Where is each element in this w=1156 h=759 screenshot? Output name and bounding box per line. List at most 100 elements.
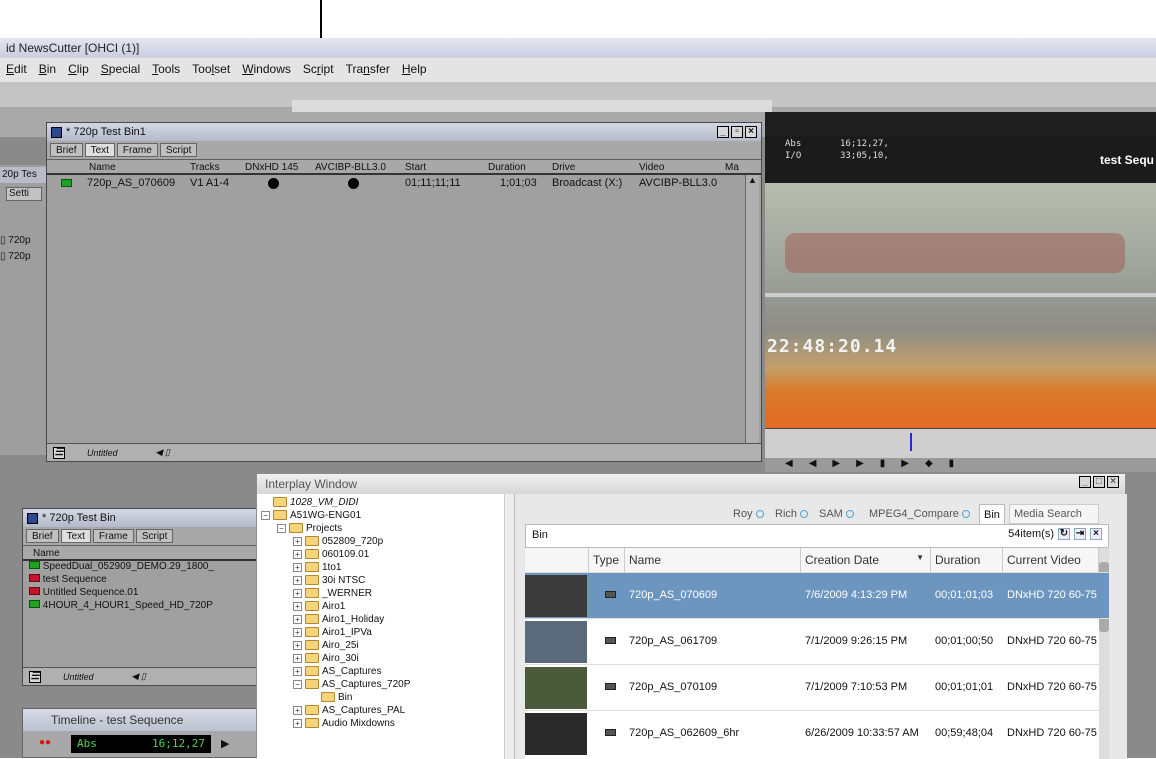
menu-windows[interactable]: Windows bbox=[242, 62, 291, 78]
tab-script[interactable]: Script bbox=[159, 143, 198, 157]
tree-item[interactable]: Bin bbox=[309, 691, 352, 703]
menu-special[interactable]: Special bbox=[101, 62, 140, 78]
tree-item[interactable]: +052809_720p bbox=[293, 535, 383, 547]
col-duration[interactable]: Duration bbox=[931, 548, 1003, 572]
bin2-titlebar[interactable]: * 720p Test Bin bbox=[23, 509, 257, 527]
tab-rich[interactable]: Rich bbox=[771, 504, 812, 524]
tab-bin[interactable]: Bin bbox=[979, 504, 1005, 524]
expand-icon[interactable]: + bbox=[293, 666, 302, 676]
tab-script[interactable]: Script bbox=[135, 529, 174, 543]
collapse-icon[interactable]: − bbox=[293, 679, 302, 689]
left-item-1[interactable]: ▯ 720p bbox=[0, 235, 31, 246]
expand-icon[interactable]: + bbox=[293, 640, 302, 650]
table-row[interactable]: 720p_AS_070609 V1 A1-4 01;11;11;11 1;01;… bbox=[47, 175, 761, 191]
maximize-icon[interactable]: □ bbox=[1093, 476, 1105, 488]
expand-icon[interactable]: + bbox=[293, 627, 302, 637]
table-row[interactable]: 720p_AS_070109 7/1/2009 7:10:53 PM 00;01;0… bbox=[525, 664, 1109, 710]
table-row[interactable]: 720p_AS_062609_6hr 6/26/2009 10:33:57 AM 0… bbox=[525, 710, 1109, 756]
menu-script[interactable]: Script bbox=[303, 62, 334, 78]
restore-icon[interactable]: ▫ bbox=[731, 126, 743, 138]
tree-item[interactable]: +30i NTSC bbox=[293, 574, 365, 586]
bin1-titlebar[interactable]: * 720p Test Bin1 _ ▫ × bbox=[47, 123, 761, 141]
tree-item[interactable]: + Airo1_IPVa bbox=[293, 626, 372, 638]
tree-item[interactable]: + AS_Captures bbox=[293, 665, 381, 677]
scroll-left-icon[interactable]: ◀ ▯ bbox=[132, 671, 146, 682]
tree-item[interactable]: 1028_VM_DIDI bbox=[261, 496, 358, 508]
list-item[interactable]: test Sequence bbox=[23, 574, 257, 587]
col-current-video[interactable]: Current Video bbox=[1003, 548, 1099, 572]
tab-text[interactable]: Text bbox=[60, 529, 91, 543]
expand-icon[interactable]: + bbox=[293, 562, 302, 572]
tab-text[interactable]: Text bbox=[84, 143, 115, 157]
bin1-scrollbar[interactable]: ▲ bbox=[745, 175, 759, 443]
menu-bin[interactable]: Bin bbox=[39, 62, 56, 78]
position-marker[interactable] bbox=[910, 433, 912, 451]
list-item[interactable]: 4HOUR_4_HOUR1_Speed_HD_720P bbox=[23, 600, 257, 613]
collapse-icon[interactable]: − bbox=[261, 510, 270, 520]
expand-icon[interactable]: + bbox=[293, 575, 302, 585]
tab-media-search[interactable]: Media Search bbox=[1009, 504, 1099, 524]
col-tracks[interactable]: Tracks bbox=[190, 162, 220, 173]
tree-item[interactable]: + AS_Captures_PAL bbox=[293, 704, 405, 716]
col-name[interactable]: Name bbox=[33, 548, 60, 559]
tab-sam[interactable]: SAM bbox=[815, 504, 858, 524]
tree-item[interactable]: + Airo_25i bbox=[293, 639, 359, 651]
table-row[interactable]: 720p_AS_070609 7/6/2009 4:13:29 PM 00;01;0… bbox=[525, 572, 1109, 618]
dock-icon[interactable]: ⇥ bbox=[1074, 528, 1086, 540]
expand-icon[interactable]: + bbox=[293, 614, 302, 624]
expand-icon[interactable]: + bbox=[293, 653, 302, 663]
col-drive[interactable]: Drive bbox=[552, 162, 575, 173]
col-avcibp[interactable]: AVCIBP-BLL3.0 bbox=[315, 162, 386, 173]
menu-edit[interactable]: Edit bbox=[6, 62, 27, 78]
col-name[interactable]: Name bbox=[625, 548, 801, 572]
tree-item[interactable]: + Airo_30i bbox=[293, 652, 359, 664]
fast-menu-icon[interactable]: ☰ bbox=[29, 670, 41, 683]
menu-toolset[interactable]: Toolset bbox=[192, 62, 230, 78]
interplay-titlebar[interactable]: Interplay Window _ □ × bbox=[257, 474, 1125, 494]
menu-tools[interactable]: Tools bbox=[152, 62, 180, 78]
collapse-icon[interactable]: − bbox=[277, 523, 286, 533]
tree-item[interactable]: +060109.01 bbox=[293, 548, 369, 560]
table-row[interactable]: 720p_AS_061709 7/1/2009 9:26:15 PM 00;01;0… bbox=[525, 618, 1109, 664]
close-panel-icon[interactable]: × bbox=[1090, 528, 1102, 540]
close-icon[interactable]: × bbox=[745, 126, 757, 138]
expand-icon[interactable]: + bbox=[293, 705, 302, 715]
col-type[interactable]: Type bbox=[589, 548, 625, 572]
expand-icon[interactable]: + bbox=[293, 588, 302, 598]
tree-item[interactable]: + Airo1_Holiday bbox=[293, 613, 384, 625]
tab-frame[interactable]: Frame bbox=[116, 143, 158, 157]
list-item[interactable]: SpeedDual_052909_DEMO.29_1800_ bbox=[23, 561, 257, 574]
play-icon[interactable]: ▶ bbox=[221, 737, 229, 750]
col-dnxhd[interactable]: DNxHD 145 bbox=[245, 162, 298, 173]
tab-roy[interactable]: Roy bbox=[729, 504, 768, 524]
menu-clip[interactable]: Clip bbox=[68, 62, 89, 78]
col-name[interactable]: Name bbox=[89, 162, 116, 173]
refresh-icon[interactable]: ↻ bbox=[1058, 528, 1070, 540]
tab-mpeg4_compare[interactable]: MPEG4_Compare bbox=[865, 504, 974, 524]
tree-item[interactable]: + _WERNER bbox=[293, 587, 372, 599]
tree-scrollbar[interactable] bbox=[504, 494, 514, 759]
tree-item[interactable]: − Projects bbox=[277, 522, 342, 534]
scroll-left-icon[interactable]: ◀ ▯ bbox=[156, 447, 170, 458]
tab-frame[interactable]: Frame bbox=[92, 529, 134, 543]
minimize-icon[interactable]: _ bbox=[1079, 476, 1091, 488]
col-duration[interactable]: Duration bbox=[488, 162, 526, 173]
col-creation-date[interactable]: Creation Date ▼ bbox=[801, 548, 931, 572]
expand-icon[interactable]: + bbox=[293, 718, 302, 728]
tree-item[interactable]: + Audio Mixdowns bbox=[293, 717, 395, 729]
close-icon[interactable]: × bbox=[1107, 476, 1119, 488]
menu-transfer[interactable]: Transfer bbox=[346, 62, 390, 78]
record-icon[interactable]: ●● bbox=[39, 737, 51, 748]
expand-icon[interactable]: + bbox=[293, 601, 302, 611]
minimize-icon[interactable]: _ bbox=[717, 126, 729, 138]
tab-brief[interactable]: Brief bbox=[26, 529, 59, 543]
menu-help[interactable]: Help bbox=[402, 62, 427, 78]
tree-item[interactable]: +1to1 bbox=[293, 561, 341, 573]
expand-icon[interactable]: + bbox=[293, 549, 302, 559]
settings-button[interactable]: Setti bbox=[6, 187, 42, 201]
col-video[interactable]: Video bbox=[639, 162, 664, 173]
position-bar[interactable] bbox=[765, 428, 1156, 458]
list-item[interactable]: Untitled Sequence.01 bbox=[23, 587, 257, 600]
fast-menu-icon[interactable]: ☰ bbox=[53, 446, 65, 459]
tree-item[interactable]: + Airo1 bbox=[293, 600, 345, 612]
